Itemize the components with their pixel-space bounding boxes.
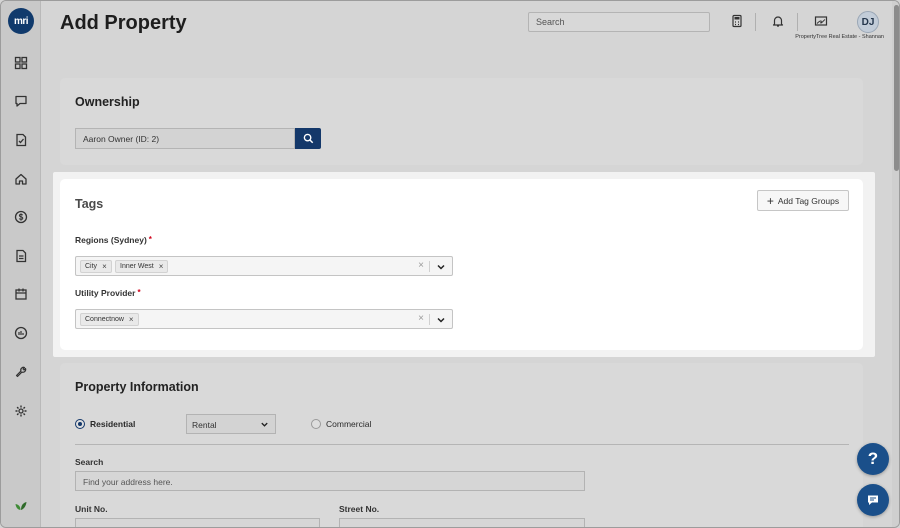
- section-divider: [75, 444, 849, 445]
- utility-provider-label: Utility Provider *: [75, 288, 141, 298]
- address-search-input[interactable]: Find your address here.: [75, 471, 585, 491]
- property-information-title: Property Information: [75, 380, 199, 394]
- select-divider: [429, 261, 430, 272]
- commercial-radio[interactable]: [311, 419, 321, 429]
- search-icon: [303, 133, 313, 144]
- help-icon: ?: [867, 449, 879, 468]
- page-title: Add Property: [60, 12, 187, 34]
- tag-chip-label: City: [85, 263, 98, 270]
- owner-search-button[interactable]: [295, 128, 321, 149]
- settings-icon[interactable]: [13, 403, 29, 419]
- page-scrollbar[interactable]: [892, 1, 899, 527]
- user-avatar[interactable]: DJ: [857, 11, 879, 33]
- plus-icon: +: [766, 193, 774, 208]
- tag-chip: Connectnow ×: [80, 313, 139, 326]
- home-icon[interactable]: [13, 171, 29, 187]
- tag-chip-label: Connectnow: [85, 316, 124, 323]
- chevron-down-icon[interactable]: [436, 315, 446, 325]
- calculator-icon[interactable]: [730, 14, 744, 28]
- tag-chip: Inner West ×: [115, 260, 169, 273]
- company-name: PropertyTree Real Estate - Shannan: [795, 34, 884, 40]
- help-button[interactable]: ?: [857, 443, 889, 475]
- calendar-icon[interactable]: [13, 286, 29, 302]
- remove-tag-icon[interactable]: ×: [129, 315, 134, 324]
- document-icon[interactable]: [13, 248, 29, 264]
- tags-card: Tags + Add Tag Groups Regions (Sydney) * …: [60, 179, 863, 350]
- add-tag-groups-label: Add Tag Groups: [777, 195, 840, 206]
- property-type-select[interactable]: Rental: [186, 414, 276, 434]
- unit-no-input[interactable]: [75, 518, 320, 527]
- sidebar: mri: [1, 1, 41, 527]
- owner-search-input[interactable]: Aaron Owner (ID: 2): [75, 128, 295, 149]
- required-asterisk: *: [148, 235, 152, 244]
- property-type-value: Rental: [192, 420, 217, 430]
- remove-tag-icon[interactable]: ×: [102, 262, 107, 271]
- tasks-icon[interactable]: [13, 132, 29, 148]
- unit-no-label: Unit No.: [75, 504, 108, 514]
- chevron-down-icon[interactable]: [436, 262, 446, 272]
- wrench-icon[interactable]: [13, 364, 29, 380]
- tags-title: Tags: [75, 197, 104, 211]
- global-search-input[interactable]: Search: [528, 12, 710, 32]
- add-tag-groups-button[interactable]: + Add Tag Groups: [757, 190, 849, 211]
- scrollbar-thumb[interactable]: [894, 5, 899, 171]
- header-divider: [797, 13, 798, 31]
- dashboard-icon[interactable]: [13, 55, 29, 71]
- residential-label: Residential: [90, 419, 136, 429]
- clear-selection-icon[interactable]: ×: [418, 313, 424, 324]
- header-divider: [755, 13, 756, 31]
- commercial-label: Commercial: [326, 419, 372, 429]
- required-asterisk: *: [137, 288, 141, 297]
- select-divider: [429, 314, 430, 325]
- message-icon: [868, 495, 878, 505]
- ownership-title: Ownership: [75, 95, 140, 109]
- regions-select[interactable]: City × Inner West × ×: [75, 256, 453, 276]
- leaf-icon[interactable]: [13, 497, 29, 513]
- address-search-label: Search: [75, 457, 104, 467]
- ownership-card: Ownership Aaron Owner (ID: 2): [60, 78, 863, 165]
- chat-icon[interactable]: [13, 93, 29, 109]
- regions-label: Regions (Sydney) *: [75, 235, 152, 245]
- street-no-input[interactable]: [339, 518, 585, 527]
- property-information-card: Property Information Residential Rental …: [60, 363, 863, 527]
- tag-chip-label: Inner West: [120, 263, 154, 270]
- clear-selection-icon[interactable]: ×: [418, 260, 424, 271]
- app-window: mri Add Property Search DJ PropertyTree …: [0, 0, 900, 528]
- utility-provider-select[interactable]: Connectnow × ×: [75, 309, 453, 329]
- signature-icon[interactable]: [814, 14, 828, 28]
- mri-logo[interactable]: mri: [8, 8, 34, 34]
- dollar-icon[interactable]: [13, 209, 29, 225]
- metrics-icon[interactable]: [13, 325, 29, 341]
- tag-chip: City ×: [80, 260, 112, 273]
- street-no-label: Street No.: [339, 504, 380, 514]
- chat-support-button[interactable]: [857, 484, 889, 516]
- residential-radio[interactable]: [75, 419, 85, 429]
- chevron-down-icon: [261, 422, 268, 427]
- notification-bell-icon[interactable]: [771, 14, 785, 28]
- remove-tag-icon[interactable]: ×: [159, 262, 164, 271]
